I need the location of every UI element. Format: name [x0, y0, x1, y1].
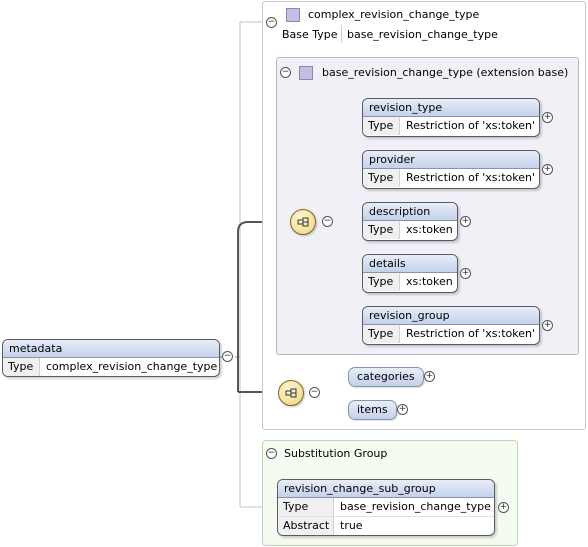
element-revision-type[interactable]: revision_type Type Restriction of 'xs:to… — [362, 98, 540, 137]
root-element-metadata[interactable]: metadata Type complex_revision_change_ty… — [2, 339, 220, 377]
element-name: revision_change_sub_group — [278, 480, 494, 498]
type-row: Type Restriction of 'xs:token' — [363, 325, 539, 343]
type-row: Type xs:token — [363, 221, 457, 239]
element-provider[interactable]: provider Type Restriction of 'xs:token' — [362, 150, 540, 189]
element-name: provider — [363, 151, 539, 169]
expand-icon[interactable]: + — [498, 502, 509, 513]
type-row: Type base_revision_change_type — [278, 498, 494, 516]
type-value: Restriction of 'xs:token' — [406, 119, 536, 132]
type-row: Type Restriction of 'xs:token' — [363, 169, 539, 187]
element-name: revision_type — [363, 99, 539, 117]
type-value: base_revision_change_type — [340, 500, 491, 513]
element-name: description — [363, 203, 457, 221]
expand-icon[interactable]: + — [397, 404, 408, 415]
collapse-icon[interactable]: − — [280, 67, 291, 78]
element-details[interactable]: details Type xs:token — [362, 254, 458, 293]
abstract-row: Abstract true — [278, 516, 494, 535]
type-key: Type — [363, 169, 400, 187]
complex-type-icon — [286, 8, 300, 22]
extension-title: base_revision_change_type (extension bas… — [322, 66, 569, 79]
complex-type-icon — [299, 66, 313, 80]
expand-icon[interactable]: + — [542, 320, 553, 331]
collapse-icon[interactable]: − — [266, 448, 277, 459]
expand-icon[interactable]: + — [542, 112, 553, 123]
expand-icon[interactable]: + — [460, 268, 471, 279]
type-key: Type — [3, 358, 40, 376]
base-type-key: Base Type — [282, 28, 338, 41]
type-row: Type xs:token — [363, 273, 457, 291]
type-value: Restriction of 'xs:token' — [406, 327, 536, 340]
type-key: Type — [278, 498, 334, 516]
expand-icon[interactable]: + — [424, 371, 435, 382]
type-row: Type complex_revision_change_type — [3, 358, 219, 376]
element-revision-group[interactable]: revision_group Type Restriction of 'xs:t… — [362, 306, 540, 345]
element-name: revision_group — [363, 307, 539, 325]
expand-icon[interactable]: + — [542, 164, 553, 175]
sequence-icon[interactable] — [290, 209, 316, 235]
element-revision-change-sub-group[interactable]: revision_change_sub_group Type base_revi… — [277, 479, 495, 536]
collapse-icon[interactable]: − — [309, 387, 320, 398]
type-key: Type — [363, 117, 400, 135]
type-key: Type — [363, 221, 400, 239]
collapse-icon[interactable]: − — [266, 17, 277, 28]
type-key: Type — [363, 325, 400, 343]
type-key: Type — [363, 273, 400, 291]
substitution-group-title: Substitution Group — [284, 447, 388, 460]
type-value: Restriction of 'xs:token' — [406, 171, 536, 184]
element-name: metadata — [3, 340, 219, 358]
element-name: details — [363, 255, 457, 273]
abstract-key: Abstract — [278, 517, 334, 535]
expand-icon[interactable]: + — [460, 216, 471, 227]
type-value: xs:token — [406, 275, 453, 288]
collapse-icon[interactable]: − — [322, 216, 333, 227]
type-value: xs:token — [406, 223, 453, 236]
element-description[interactable]: description Type xs:token — [362, 202, 458, 241]
base-type-value: base_revision_change_type — [347, 28, 498, 41]
type-value: complex_revision_change_type — [46, 360, 218, 373]
complex-type-name: complex_revision_change_type — [308, 8, 480, 21]
abstract-value: true — [340, 519, 363, 532]
element-categories[interactable]: categories — [348, 367, 424, 387]
element-items[interactable]: items — [348, 400, 397, 420]
divider — [341, 25, 342, 43]
type-row: Type Restriction of 'xs:token' — [363, 117, 539, 135]
collapse-icon[interactable]: − — [222, 351, 233, 362]
sequence-icon[interactable] — [278, 380, 304, 406]
